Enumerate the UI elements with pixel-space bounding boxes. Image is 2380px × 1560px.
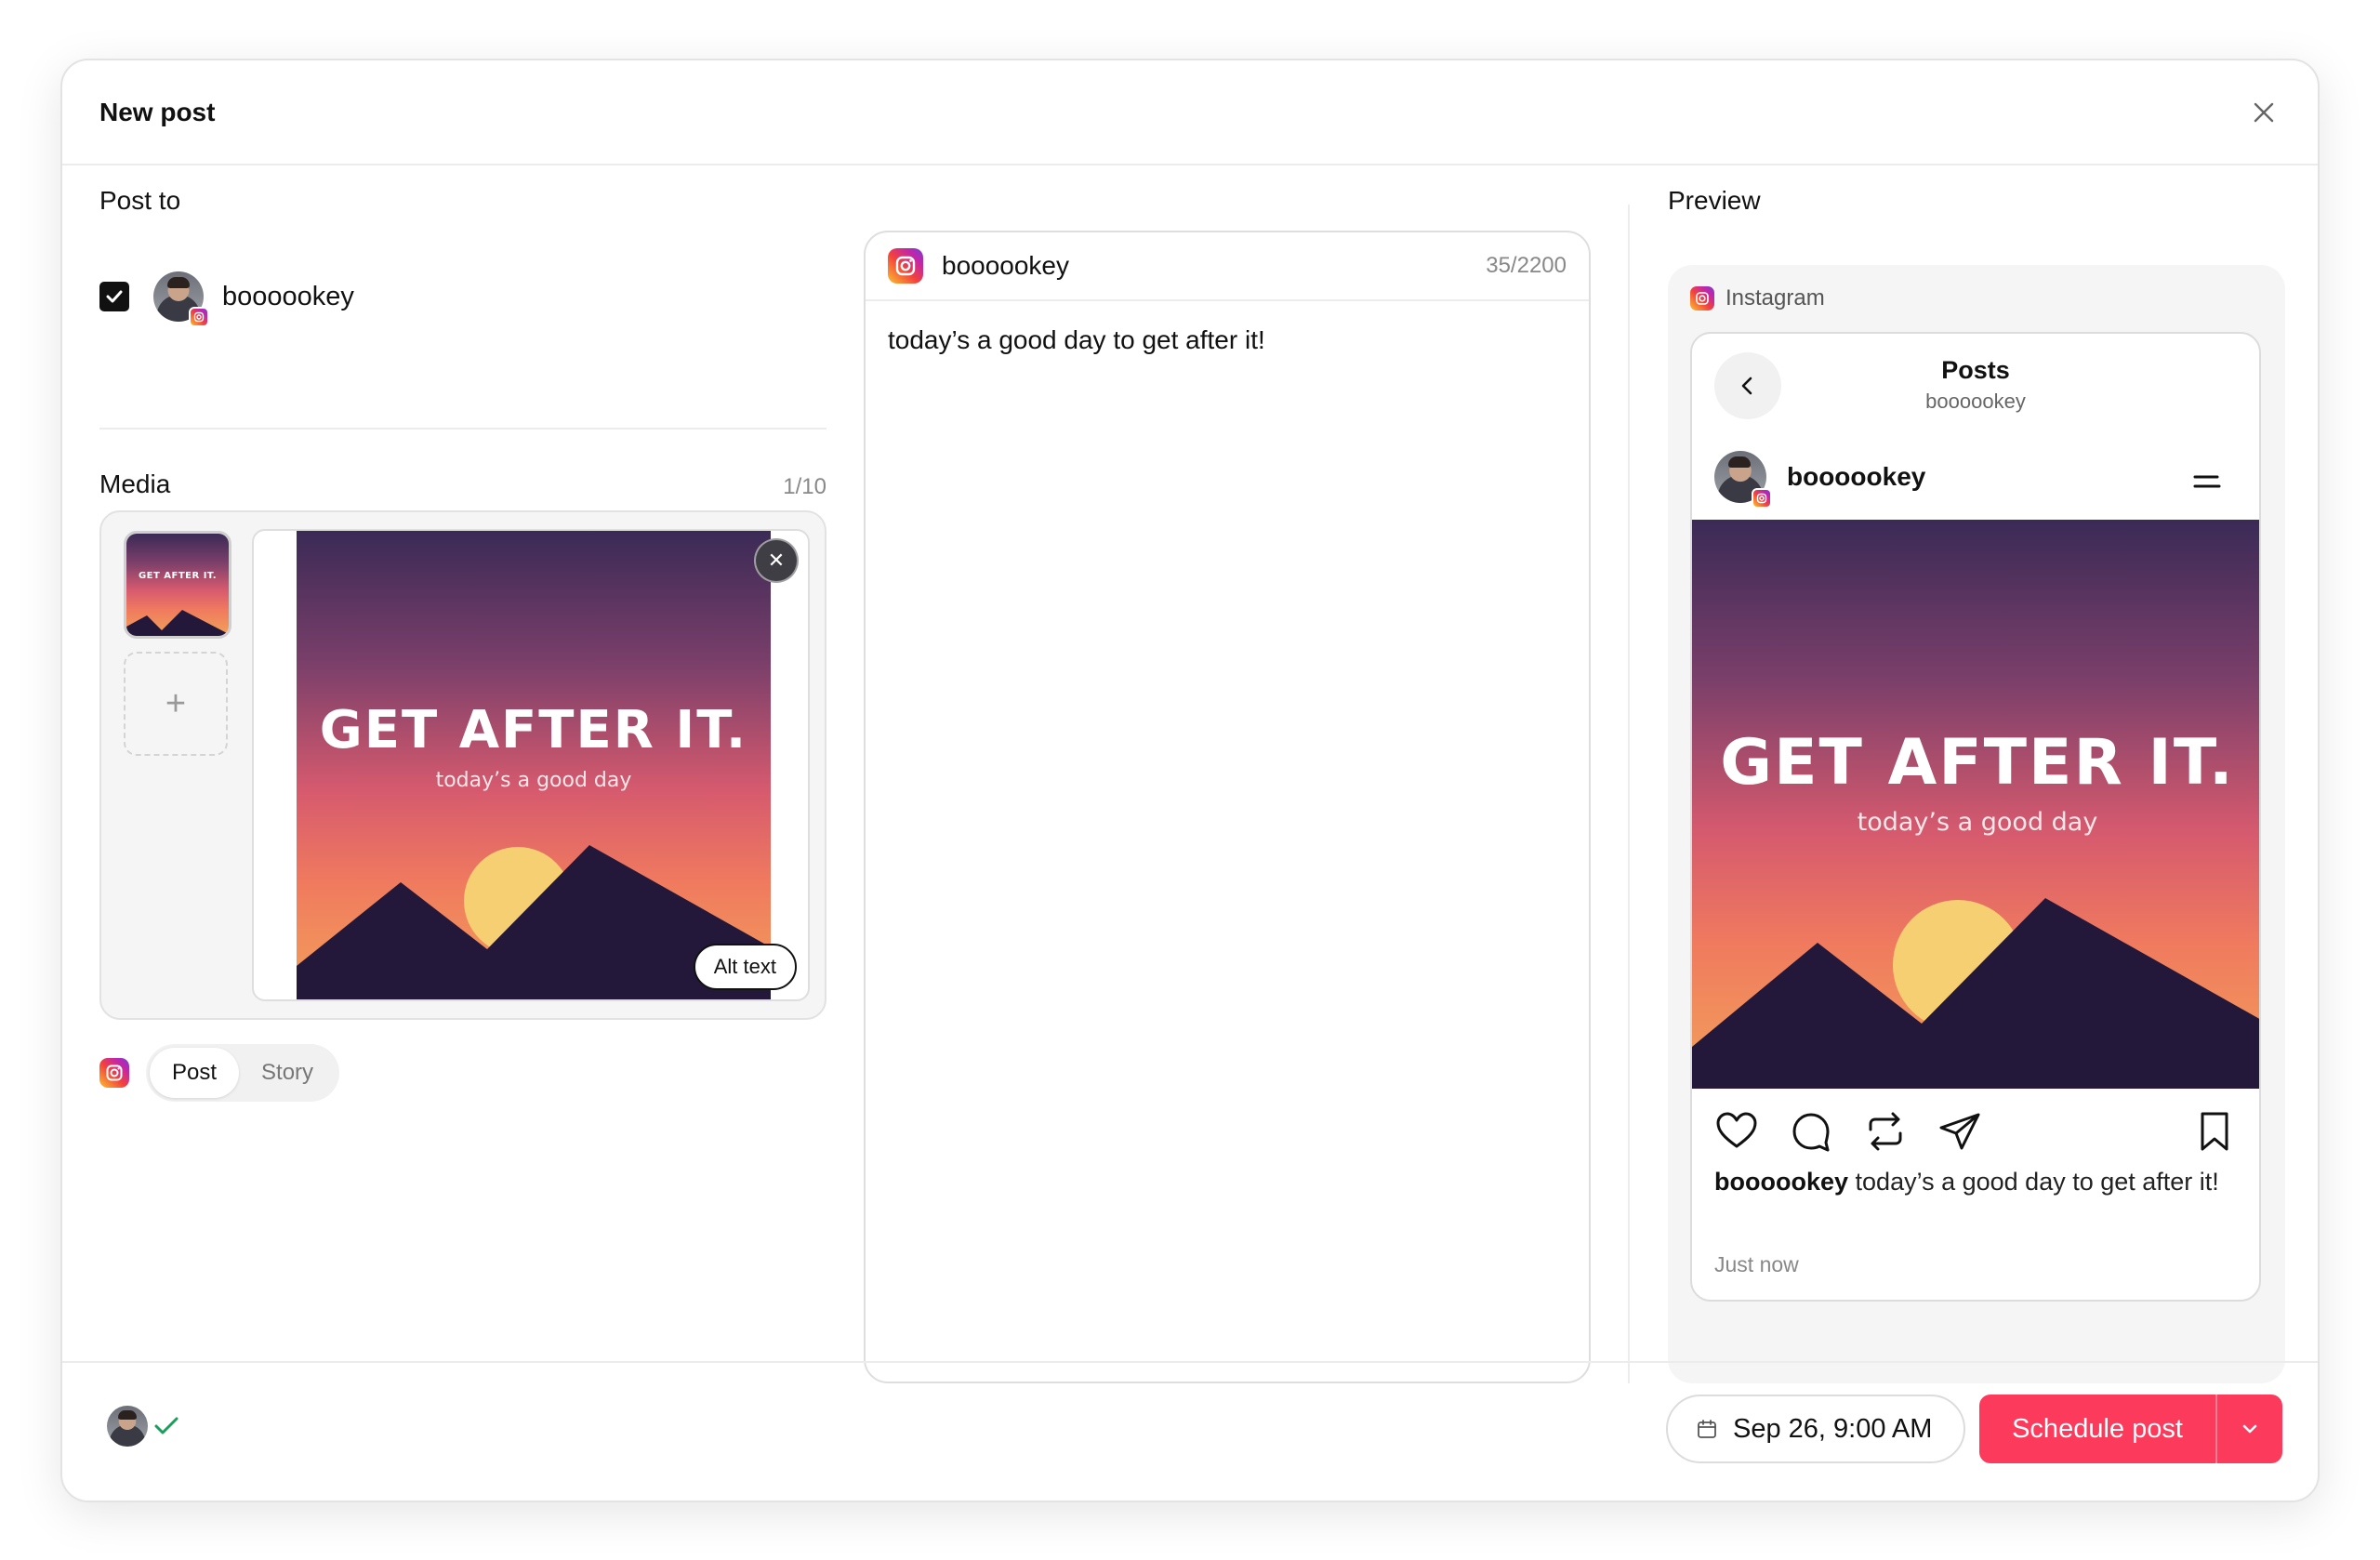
image-subtitle: today’s a good day: [1857, 808, 2098, 837]
calendar-icon: [1698, 1420, 1716, 1438]
media-thumbnail[interactable]: GET AFTER IT.: [124, 531, 231, 639]
preview-panel: Instagram Posts boooookey boooookey GET …: [1668, 265, 2285, 1383]
send-icon[interactable]: [1937, 1109, 1982, 1154]
editor-account-name: boooookey: [942, 251, 1070, 280]
post-username: boooookey: [1787, 462, 1926, 491]
preview-platform: Instagram: [1690, 285, 1825, 311]
platform-name: Instagram: [1726, 285, 1825, 311]
caption-username: boooookey: [1714, 1168, 1849, 1196]
post-type-story[interactable]: Story: [239, 1048, 336, 1098]
account-checkbox[interactable]: [99, 282, 129, 311]
media-panel: GET AFTER IT. + GET AFTER IT. today’s a …: [99, 510, 826, 1020]
avatar: [107, 1406, 148, 1447]
instagram-icon: [1752, 488, 1772, 509]
dialog-title: New post: [99, 98, 216, 126]
instagram-icon: [99, 1058, 129, 1088]
character-count: 35/2200: [1486, 253, 1567, 278]
dialog-footer: Sep 26, 9:00 AM Schedule post: [62, 1361, 2318, 1501]
instagram-icon: [1690, 286, 1714, 311]
post-to-label: Post to: [99, 186, 181, 215]
account-row[interactable]: boooookey: [99, 271, 354, 327]
media-image: GET AFTER IT. today’s a good day: [297, 531, 771, 999]
divider: [99, 428, 826, 430]
chevron-down-icon[interactable]: [2215, 1395, 2282, 1463]
instagram-icon: [888, 248, 923, 284]
post-actions: [1714, 1109, 2237, 1156]
media-label: Media: [99, 469, 171, 498]
caption-editor[interactable]: boooookey 35/2200 today’s a good day to …: [864, 231, 1591, 1383]
close-icon[interactable]: [2247, 96, 2281, 129]
caption-text: today’s a good day to get after it!: [1855, 1168, 2219, 1196]
avatar: [1714, 451, 1772, 509]
post-type-toggle: Post Story: [146, 1044, 340, 1102]
post-type-post[interactable]: Post: [150, 1048, 240, 1098]
phone-screen-title: Posts: [1941, 356, 2010, 384]
media-preview: GET AFTER IT. today’s a good day ✕ Alt t…: [252, 529, 810, 1001]
caption-text[interactable]: today’s a good day to get after it!: [888, 325, 1265, 355]
add-media-button[interactable]: +: [124, 652, 228, 756]
post-image: GET AFTER IT. today’s a good day: [1692, 520, 2259, 1089]
alt-text-button[interactable]: Alt text: [693, 944, 797, 990]
heart-icon[interactable]: [1714, 1109, 1759, 1154]
instagram-icon: [189, 307, 209, 327]
image-headline: GET AFTER IT.: [1720, 726, 2235, 800]
remove-media-button[interactable]: ✕: [754, 538, 799, 583]
new-post-dialog: New post Post to boooookey Media 1/10 GE…: [60, 59, 2320, 1502]
column-divider: [1628, 205, 1630, 1383]
avatar: [153, 271, 209, 327]
schedule-date-button[interactable]: Sep 26, 9:00 AM: [1666, 1395, 1965, 1463]
image-subtitle: today’s a good day: [435, 769, 632, 792]
checkmark-icon: [153, 1415, 179, 1442]
schedule-post-button-group: Schedule post: [1979, 1395, 2282, 1463]
phone-preview: Posts boooookey boooookey GET AFTER IT. …: [1690, 332, 2261, 1302]
media-count: 1/10: [783, 474, 826, 499]
post-header: boooookey: [1714, 451, 1926, 509]
post-type-selector: Post Story: [99, 1044, 340, 1102]
comment-icon[interactable]: [1789, 1109, 1833, 1154]
schedule-date: Sep 26, 9:00 AM: [1733, 1413, 1933, 1444]
schedule-post-button[interactable]: Schedule post: [1979, 1395, 2215, 1463]
dialog-header: New post: [62, 60, 2318, 165]
phone-screen-subtitle: boooookey: [1925, 390, 2026, 413]
menu-icon[interactable]: [2192, 473, 2222, 495]
preview-label: Preview: [1668, 186, 1761, 215]
repost-icon[interactable]: [1863, 1109, 1908, 1154]
image-headline: GET AFTER IT.: [319, 700, 748, 760]
editor-header: boooookey 35/2200: [866, 232, 1589, 301]
account-name: boooookey: [222, 281, 354, 311]
bookmark-icon[interactable]: [2192, 1109, 2237, 1154]
post-caption: boooookey today’s a good day to get afte…: [1714, 1163, 2231, 1200]
post-timestamp: Just now: [1714, 1252, 1799, 1276]
